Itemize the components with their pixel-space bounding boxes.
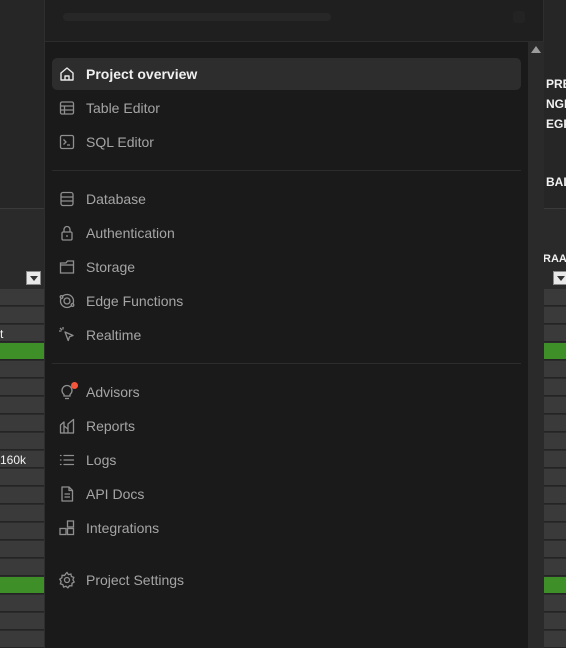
nav-item-api-docs[interactable]: API Docs [52, 478, 521, 510]
bg-label-ngf: NGF [546, 97, 566, 111]
nav-label: Database [86, 191, 146, 207]
nav-label: Storage [86, 259, 136, 275]
filter-dropdown-right[interactable] [553, 271, 566, 285]
bg-cell-t: t [0, 327, 4, 341]
panel-header-placeholder [63, 13, 331, 21]
edge-functions-icon [58, 292, 76, 310]
nav-label: Advisors [86, 384, 140, 400]
bg-cell-160k: 160k [0, 453, 27, 467]
archive-icon [58, 258, 76, 276]
home-icon [58, 65, 76, 83]
nav-label: SQL Editor [86, 134, 154, 150]
nav-item-reports[interactable]: Reports [52, 410, 521, 442]
blocks-icon [58, 519, 76, 537]
lightbulb-icon [58, 382, 78, 401]
nav-item-project-overview[interactable]: Project overview [52, 58, 521, 90]
nav-label: Reports [86, 418, 136, 434]
nav-item-integrations[interactable]: Integrations [52, 512, 521, 544]
nav-item-project-settings[interactable]: Project Settings [52, 564, 521, 596]
lock-icon [58, 224, 76, 242]
nav-item-storage[interactable]: Storage [52, 251, 521, 283]
bg-label-pre: PRE [546, 77, 566, 91]
panel-header-icon [513, 11, 525, 23]
nav-label: Edge Functions [86, 293, 184, 309]
panel-header [45, 0, 543, 42]
scroll-up-arrow-icon[interactable] [531, 46, 541, 53]
bg-label-egf: EGF [546, 117, 566, 131]
filter-dropdown-left[interactable] [26, 271, 41, 285]
advisors-notification-dot [71, 382, 78, 389]
menu-divider [52, 363, 521, 364]
nav-item-logs[interactable]: Logs [52, 444, 521, 476]
nav-label: Table Editor [86, 100, 160, 116]
nav-label: Logs [86, 452, 117, 468]
list-icon [58, 451, 76, 469]
nav-label: Project overview [86, 66, 198, 82]
gear-icon [58, 571, 76, 589]
nav-item-database[interactable]: Database [52, 183, 521, 215]
nav-item-edge-functions[interactable]: Edge Functions [52, 285, 521, 317]
nav-item-authentication[interactable]: Authentication [52, 217, 521, 249]
table-icon [58, 99, 76, 117]
bg-label-bal: BAL [546, 175, 566, 189]
nav-item-advisors[interactable]: Advisors [52, 376, 521, 408]
menu-scrollbar[interactable] [528, 42, 544, 648]
terminal-icon [58, 133, 76, 151]
nav-label: Realtime [86, 327, 142, 343]
chart-icon [58, 417, 76, 435]
nav-label: Integrations [86, 520, 160, 536]
bg-label-raa: RAA [543, 253, 566, 265]
cursor-click-icon [58, 326, 76, 344]
nav-label: API Docs [86, 486, 145, 502]
database-icon [58, 190, 76, 208]
nav-label: Authentication [86, 225, 175, 241]
nav-item-realtime[interactable]: Realtime [52, 319, 521, 351]
nav-label: Project Settings [86, 572, 185, 588]
file-text-icon [58, 485, 76, 503]
nav-item-sql-editor[interactable]: SQL Editor [52, 126, 521, 158]
menu-divider [52, 170, 521, 171]
nav-item-table-editor[interactable]: Table Editor [52, 92, 521, 124]
